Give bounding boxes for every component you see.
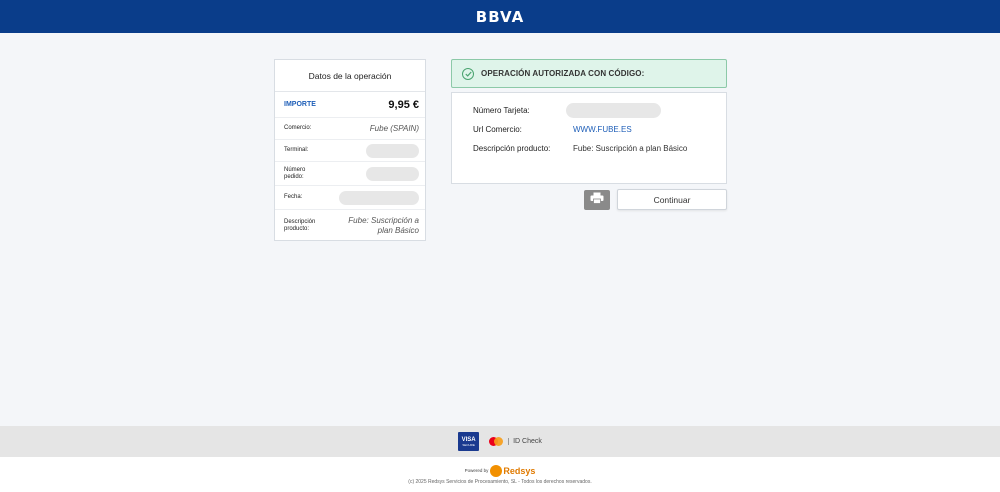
descripcion-value: Fube: Suscripción a plan Básico <box>348 215 419 235</box>
mastercard-orange-circle <box>494 437 504 446</box>
success-alert: OPERACIÓN AUTORIZADA CON CÓDIGO: <box>451 59 727 88</box>
comercio-row: Comercio: Fube (SPAIN) <box>275 118 425 140</box>
redsys-logo-text: Redsys <box>503 465 536 476</box>
terminal-label: Terminal: <box>284 147 309 153</box>
importe-row: IMPORTE 9,95 € <box>275 92 425 118</box>
fecha-label: Fecha: <box>284 194 303 200</box>
fecha-row: Fecha: <box>275 186 425 210</box>
operation-details-panel: Número Tarjeta: Url Comercio: WWW.FUBE.E… <box>451 92 727 184</box>
detail-descripcion-value: Fube: Suscripción a plan Básico <box>573 144 688 153</box>
powered-by-redsys: Powered by Redsys <box>464 464 536 477</box>
descripcion-row: Descripción producto: Fube: Suscripción … <box>275 210 425 241</box>
printer-icon <box>590 191 604 209</box>
header-bar: BBVA <box>0 0 1000 33</box>
summary-title: Datos de la operación <box>275 60 425 92</box>
alert-text: OPERACIÓN AUTORIZADA CON CÓDIGO: <box>481 69 645 78</box>
footer: Powered by Redsys (c) 2025 Redsys Servic… <box>0 457 1000 492</box>
fecha-redacted <box>339 190 419 205</box>
comercio-label: Comercio: <box>284 125 312 131</box>
bbva-logo: BBVA <box>475 7 525 26</box>
url-row: Url Comercio: WWW.FUBE.ES <box>473 120 726 139</box>
descripcion-label: Descripción producto: <box>284 218 316 232</box>
check-circle-icon <box>462 67 474 80</box>
comercio-value: Fube (SPAIN) <box>369 124 419 133</box>
print-button[interactable] <box>584 190 610 210</box>
id-check-label: ID Check <box>508 438 542 445</box>
operation-summary-panel: Datos de la operación IMPORTE 9,95 € Com… <box>274 59 426 241</box>
url-label: Url Comercio: <box>473 125 522 134</box>
terminal-row: Terminal: <box>275 140 425 162</box>
tarjeta-label: Número Tarjeta: <box>473 106 530 115</box>
pedido-row: Número pedido: <box>275 162 425 186</box>
merchant-url-link[interactable]: WWW.FUBE.ES <box>573 125 632 134</box>
detail-descripcion-label: Descripción producto: <box>473 144 551 153</box>
detail-descripcion-row: Descripción producto: Fube: Suscripción … <box>473 139 726 158</box>
copyright-text: (c) 2025 Redsys Servicios de Procesamien… <box>408 478 592 485</box>
visa-secure-logo: VISA SECURE <box>458 432 480 451</box>
pedido-redacted <box>366 166 419 181</box>
tarjeta-redacted <box>566 103 661 118</box>
card-brands-bar: VISA SECURE ID Check <box>0 426 1000 457</box>
continue-button[interactable]: Continuar <box>617 189 727 210</box>
pedido-label: Número pedido: <box>284 166 306 180</box>
mastercard-logo: ID Check <box>489 437 542 446</box>
importe-value: 9,95 € <box>388 98 419 111</box>
redsys-logo-icon <box>490 464 503 477</box>
importe-label: IMPORTE <box>284 101 316 108</box>
powered-by-text: Powered by <box>464 468 489 473</box>
visa-secure-text: SECURE <box>462 442 475 447</box>
terminal-redacted <box>366 143 419 158</box>
tarjeta-row: Número Tarjeta: <box>473 101 726 120</box>
